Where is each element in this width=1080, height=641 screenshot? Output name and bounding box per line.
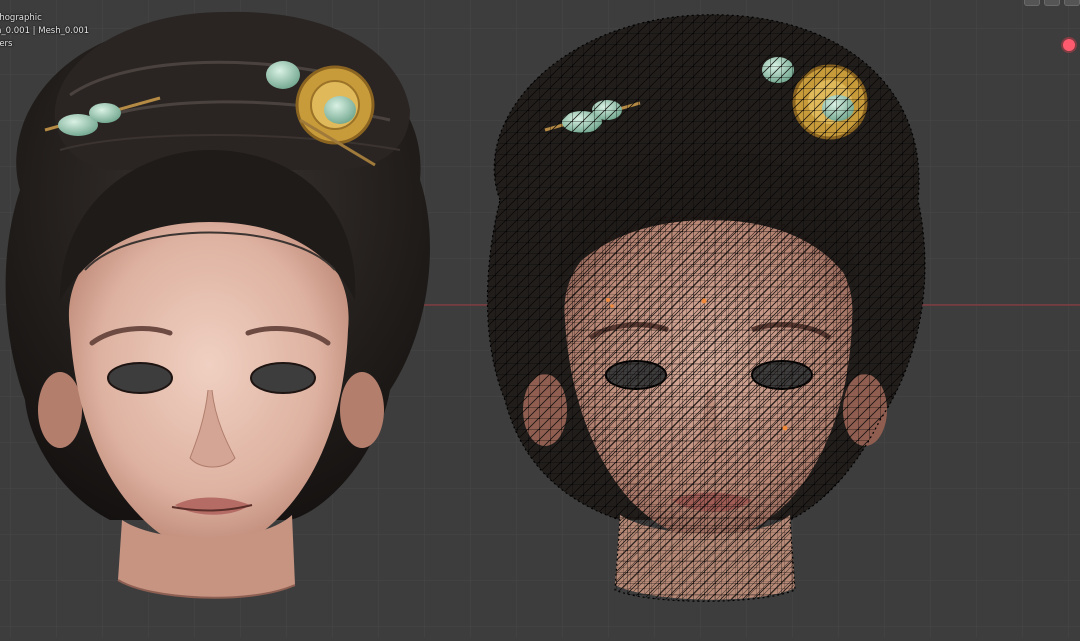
header-button[interactable] <box>1044 0 1060 6</box>
viewport-overlay-text: thographic h_0.001 | Mesh_0.001 ters <box>0 12 89 51</box>
selected-vertex <box>610 304 614 308</box>
header-button[interactable] <box>1064 0 1080 6</box>
selected-vertex <box>701 298 707 304</box>
3d-viewport[interactable]: thographic h_0.001 | Mesh_0.001 ters <box>0 0 1080 637</box>
transform-gizmo-x-handle-icon[interactable] <box>1063 39 1075 51</box>
viewport-header-buttons-icon[interactable] <box>1018 0 1080 6</box>
selected-vertex <box>606 298 610 302</box>
header-button[interactable] <box>1024 0 1040 6</box>
units-label: ters <box>0 39 13 49</box>
viewport-canvas[interactable] <box>0 0 1080 637</box>
object-info: h_0.001 | Mesh_0.001 <box>0 26 90 36</box>
selected-vertex <box>782 425 788 431</box>
view-name: thographic <box>0 13 42 23</box>
